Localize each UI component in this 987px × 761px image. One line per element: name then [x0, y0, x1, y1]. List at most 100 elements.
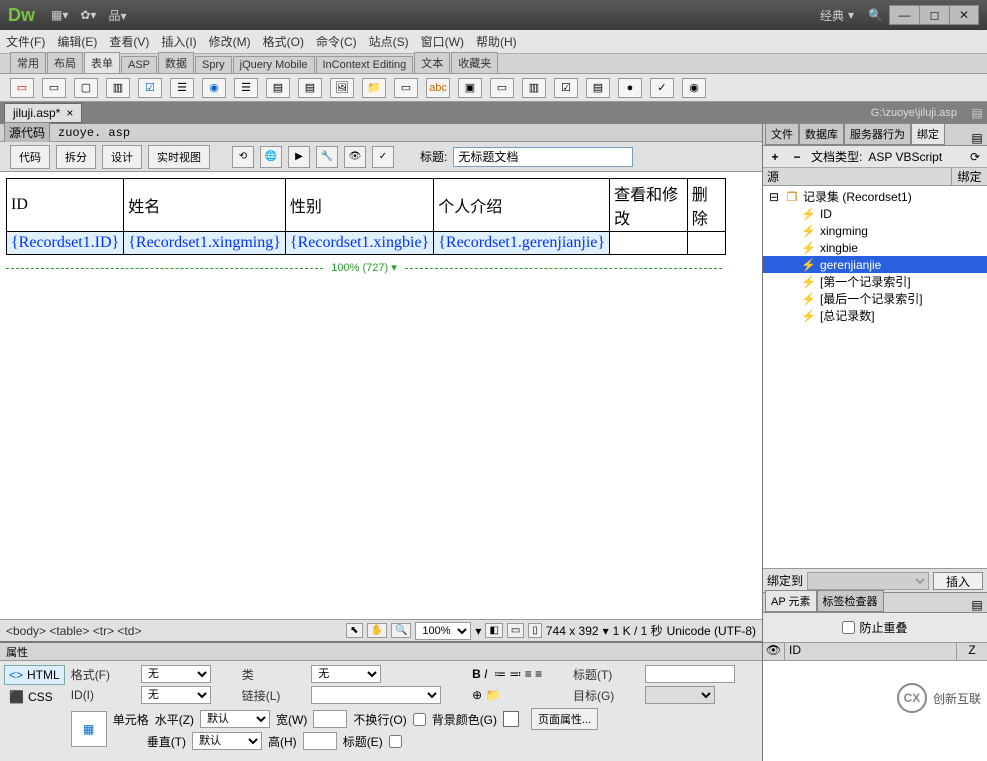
- browser-icon[interactable]: ▶: [288, 146, 310, 168]
- td-gender[interactable]: {Recordset1.xingbie}: [285, 232, 433, 255]
- radiogroup-icon[interactable]: ☰: [234, 78, 258, 98]
- fieldset-icon[interactable]: ▣: [458, 78, 482, 98]
- spry-checkbox-icon[interactable]: ☑: [554, 78, 578, 98]
- ap-panel-menu-icon[interactable]: ▤: [969, 598, 985, 612]
- target-select[interactable]: [645, 686, 715, 704]
- inspect-icon[interactable]: 🌐: [260, 146, 282, 168]
- vert-select[interactable]: 默认: [192, 732, 262, 750]
- th-delete[interactable]: 删除: [687, 179, 725, 232]
- cat-text[interactable]: 文本: [414, 52, 450, 73]
- workspace-switcher[interactable]: 经典 ▾: [820, 7, 854, 24]
- spry-radio-icon[interactable]: ◉: [682, 78, 706, 98]
- search-icon[interactable]: 🔍: [868, 8, 883, 22]
- add-binding-button[interactable]: +: [767, 150, 783, 164]
- field-xingbie[interactable]: ⚡xingbie: [763, 239, 987, 256]
- tag-selector[interactable]: <body> <table> <tr> <td>: [6, 624, 141, 638]
- prop-title[interactable]: 属性: [0, 643, 762, 661]
- related-file[interactable]: zuoye. asp: [58, 126, 130, 140]
- text-format-buttons[interactable]: B I ≔ ≕ ≡ ≡: [472, 667, 565, 681]
- menu-edit[interactable]: 编辑(E): [57, 33, 97, 50]
- tab-server-behaviors[interactable]: 服务器行为: [844, 123, 911, 145]
- format-select[interactable]: 无: [141, 665, 211, 683]
- cat-data[interactable]: 数据: [158, 52, 194, 73]
- menu-file[interactable]: 文件(F): [6, 33, 45, 50]
- refresh-icon[interactable]: ⟳: [967, 150, 983, 164]
- minimize-button[interactable]: —: [889, 5, 919, 25]
- menu-view[interactable]: 查看(V): [109, 33, 149, 50]
- td-view-edit[interactable]: [610, 232, 688, 255]
- dimensions-label[interactable]: 744 x 392: [546, 624, 599, 638]
- cat-common[interactable]: 常用: [10, 52, 46, 73]
- screen-mode-icon[interactable]: ◧: [485, 623, 502, 638]
- doc-tab-jiluji[interactable]: jiluji.asp* ×: [4, 103, 82, 123]
- document-title-input[interactable]: [453, 147, 633, 167]
- filefield-icon[interactable]: 📁: [362, 78, 386, 98]
- ap-col-eye[interactable]: 👁: [763, 643, 785, 660]
- zoom-icon[interactable]: 🔍: [391, 623, 411, 638]
- design-view[interactable]: ID 姓名 性别 个人介绍 查看和修改 删除 {Recordset1.ID} {…: [0, 172, 762, 619]
- imagefield-icon[interactable]: 🖼: [330, 78, 354, 98]
- fileopt-icon[interactable]: 🔧: [316, 146, 338, 168]
- table-header-row[interactable]: ID 姓名 性别 个人介绍 查看和修改 删除: [7, 179, 726, 232]
- cat-asp[interactable]: ASP: [121, 56, 157, 73]
- td-name[interactable]: {Recordset1.xingming}: [124, 232, 286, 255]
- field-gerenjianjie[interactable]: ⚡gerenjianjie: [763, 256, 987, 273]
- code-view-button[interactable]: 代码: [10, 145, 50, 169]
- layout-menu-icon[interactable]: ▦▾: [51, 8, 68, 22]
- validate-icon[interactable]: ✓: [372, 146, 394, 168]
- menu-modify[interactable]: 修改(M): [209, 33, 251, 50]
- pointer-icon[interactable]: ⬉: [346, 623, 362, 638]
- th-intro[interactable]: 个人介绍: [434, 179, 610, 232]
- spry-text-icon[interactable]: ▭: [490, 78, 514, 98]
- tab-ap-elements[interactable]: AP 元素: [765, 590, 817, 612]
- width-input[interactable]: [313, 710, 347, 728]
- cat-fav[interactable]: 收藏夹: [451, 52, 498, 73]
- screen-icon[interactable]: ▭: [507, 623, 524, 638]
- spry-password-icon[interactable]: ●: [618, 78, 642, 98]
- tab-bindings[interactable]: 绑定: [911, 123, 945, 145]
- spry-confirm-icon[interactable]: ✓: [650, 78, 674, 98]
- td-intro[interactable]: {Recordset1.gerenjianjie}: [434, 232, 610, 255]
- field-first-index[interactable]: ⚡[第一个记录索引]: [763, 273, 987, 290]
- title-input2[interactable]: [645, 665, 735, 683]
- menu-commands[interactable]: 命令(C): [316, 33, 357, 50]
- zoom-select[interactable]: 100%: [415, 622, 471, 640]
- live-view-button[interactable]: 实时视图: [148, 145, 210, 169]
- class-select[interactable]: 无: [311, 665, 381, 683]
- bg-color-swatch[interactable]: [503, 711, 519, 727]
- design-view-button[interactable]: 设计: [102, 145, 142, 169]
- menu-window[interactable]: 窗口(W): [421, 33, 464, 50]
- related-source[interactable]: 源代码: [4, 122, 50, 143]
- nowrap-checkbox[interactable]: [413, 713, 426, 726]
- remove-binding-button[interactable]: −: [789, 150, 805, 164]
- prevent-overlap-checkbox[interactable]: [842, 621, 855, 634]
- livecode-icon[interactable]: ⟲: [232, 146, 254, 168]
- link-buttons[interactable]: ⊕ 📁: [472, 688, 565, 702]
- menu-insert[interactable]: 插入(I): [161, 33, 196, 50]
- cat-spry[interactable]: Spry: [195, 56, 232, 73]
- maximize-button[interactable]: ◻: [919, 5, 949, 25]
- tab-databases[interactable]: 数据库: [799, 123, 844, 145]
- ap-elements-list[interactable]: [763, 661, 987, 761]
- close-tab-icon[interactable]: ×: [66, 106, 73, 120]
- site-menu-icon[interactable]: 品▾: [108, 7, 126, 24]
- extend-menu-icon[interactable]: ✿▾: [80, 8, 96, 22]
- select-icon[interactable]: ▤: [266, 78, 290, 98]
- checkbox-icon[interactable]: ☑: [138, 78, 162, 98]
- field-total-records[interactable]: ⚡[总记录数]: [763, 307, 987, 324]
- split-view-button[interactable]: 拆分: [56, 145, 96, 169]
- page-props-button[interactable]: 页面属性...: [531, 708, 598, 730]
- bindto-select[interactable]: [807, 572, 929, 590]
- textarea-icon[interactable]: ▥: [106, 78, 130, 98]
- panel-menu-icon[interactable]: ▤: [969, 131, 985, 145]
- tree-recordset[interactable]: ⊟ ❒ 记录集 (Recordset1): [763, 188, 987, 205]
- cat-forms[interactable]: 表单: [84, 52, 120, 73]
- hand-icon[interactable]: ✋: [367, 623, 387, 638]
- field-id[interactable]: ⚡ID: [763, 205, 987, 222]
- tab-tag-inspector[interactable]: 标签检查器: [817, 590, 884, 612]
- field-last-index[interactable]: ⚡[最后一个记录索引]: [763, 290, 987, 307]
- close-button[interactable]: ✕: [949, 5, 979, 25]
- insert-button[interactable]: 插入: [933, 572, 983, 590]
- spry-select-icon[interactable]: ▤: [586, 78, 610, 98]
- checkboxgroup-icon[interactable]: ☰: [170, 78, 194, 98]
